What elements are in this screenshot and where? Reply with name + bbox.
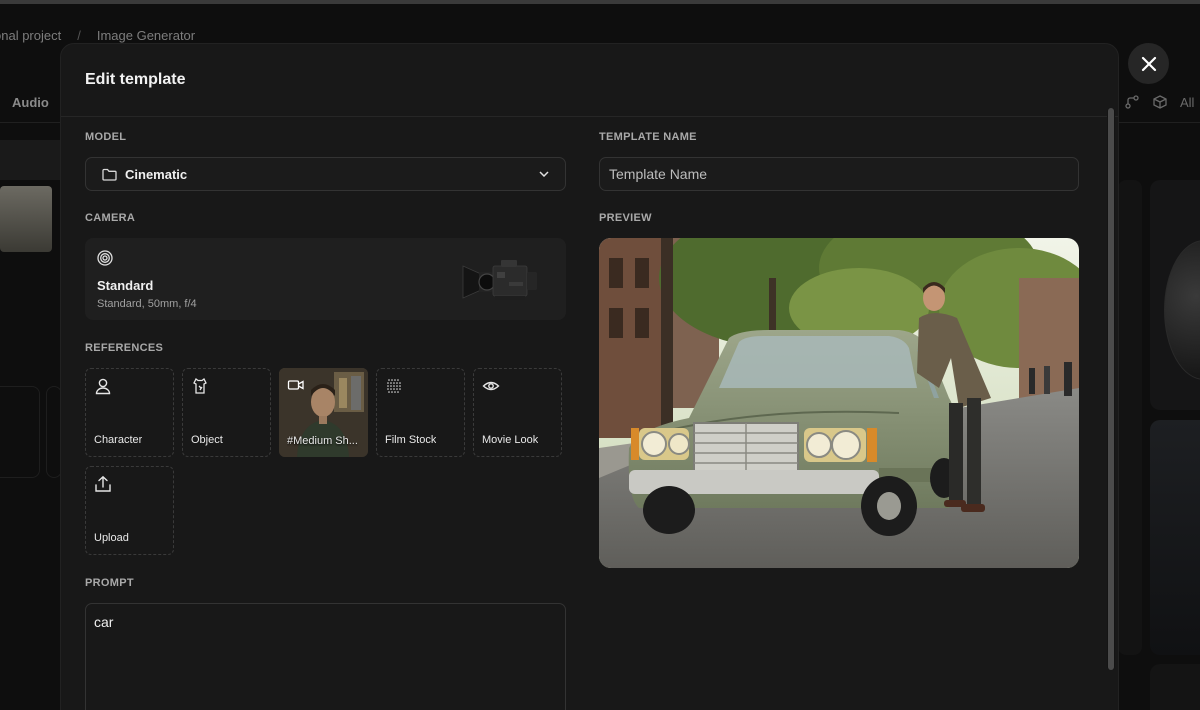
breadcrumb-project[interactable]: onal project [0,28,61,43]
person-icon [95,378,111,395]
node-icon[interactable] [1124,94,1140,110]
prompt-input[interactable]: car [85,603,566,710]
bg-toolbar [0,140,60,180]
model-select[interactable]: Cinematic [85,157,566,191]
filter-all[interactable]: All [1180,95,1194,110]
template-name-input[interactable] [599,157,1079,191]
camera-title: Standard [97,278,154,293]
camera-subtitle: Standard, 50mm, f/4 [97,298,197,310]
reference-label: Object [191,434,223,446]
preview-car-photo [599,238,1079,568]
reference-label: Character [94,434,143,446]
object-icon [193,378,207,394]
reference-label: #Medium Sh... [287,435,358,447]
reference-film-stock[interactable]: Film Stock [376,368,465,457]
references-label: REFERENCES [85,342,164,354]
video-camera-icon [287,380,304,390]
reference-label: Film Stock [385,434,437,446]
model-label: MODEL [85,131,127,143]
prompt-label: PROMPT [85,577,134,589]
bg-orb-image [1164,240,1200,380]
chevron-down-icon [539,171,549,177]
reference-medium-shot[interactable]: #Medium Sh... [279,368,368,457]
nav-item-audio[interactable]: Audio [12,95,49,110]
reference-label: Movie Look [482,434,539,446]
model-value: Cinematic [125,166,188,182]
reference-object[interactable]: Object [182,368,271,457]
camera-card[interactable]: Standard Standard, 50mm, f/4 [85,238,566,320]
breadcrumb-separator: / [77,28,81,43]
bg-gallery-item[interactable] [1118,180,1142,655]
scrollbar-thumb[interactable] [1108,108,1114,670]
left-column: MODEL Cinematic CAMERA Standard Standard… [85,117,566,710]
breadcrumb-page[interactable]: Image Generator [97,28,195,43]
window-top-border [0,0,1200,4]
cube-icon[interactable] [1152,94,1168,110]
bg-gallery-item[interactable] [1150,420,1200,655]
breadcrumb: onal project / Image Generator [0,28,195,43]
reference-upload[interactable]: Upload [85,466,174,555]
modal-title: Edit template [85,71,186,88]
reference-movie-look[interactable]: Movie Look [473,368,562,457]
aperture-icon [97,250,113,266]
upload-icon [95,475,111,492]
reference-label: Upload [94,532,129,544]
template-name-label: TEMPLATE NAME [599,131,697,143]
edit-template-modal: Edit template MODEL Cinematic CAMERA Sta… [60,43,1119,710]
bg-gallery-item[interactable] [1150,664,1200,710]
toolbar-right: All [1124,94,1194,110]
references-grid: Character Object #Medium Sh... Film Stoc… [85,368,566,555]
right-column: TEMPLATE NAME PREVIEW [599,117,1079,568]
film-grid-icon [387,379,401,393]
modal-header: Edit template [61,44,1118,117]
bg-gallery-item[interactable] [1150,180,1200,410]
preview-label: PREVIEW [599,212,652,224]
close-icon [1141,56,1156,71]
camera-label: CAMERA [85,212,136,224]
eye-icon [482,381,500,391]
bg-card[interactable] [0,386,40,478]
close-button[interactable] [1128,43,1169,84]
cinema-camera-image [462,260,537,300]
bg-thumbnail[interactable] [0,186,52,252]
folder-icon [102,168,117,181]
reference-character[interactable]: Character [85,368,174,457]
preview-image [599,238,1079,568]
